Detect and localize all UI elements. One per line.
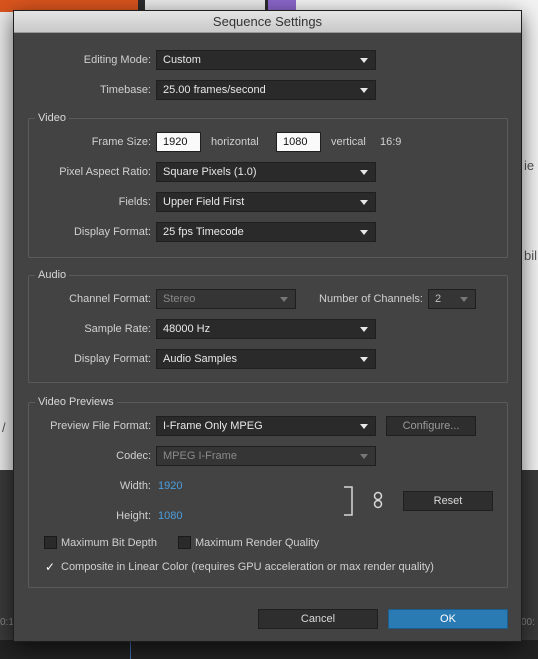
audio-display-format-value: Audio Samples — [163, 353, 237, 365]
composite-linear-label: Composite in Linear Color (requires GPU … — [61, 561, 434, 573]
chevron-down-icon — [280, 297, 288, 302]
reset-button[interactable]: Reset — [403, 491, 493, 511]
chevron-down-icon — [360, 357, 368, 362]
max-render-quality-checkbox[interactable] — [178, 536, 191, 549]
ok-button[interactable]: OK — [388, 609, 508, 629]
codec-select[interactable]: MPEG I-Frame — [156, 446, 376, 466]
num-channels-select[interactable]: 2 — [428, 289, 476, 309]
max-bit-depth-checkbox[interactable] — [44, 536, 57, 549]
chevron-down-icon — [360, 200, 368, 205]
composite-linear-checkbox[interactable]: ✓ — [45, 560, 55, 574]
pixel-aspect-label: Pixel Aspect Ratio: — [59, 166, 151, 178]
cancel-button[interactable]: Cancel — [258, 609, 378, 629]
vertical-label: vertical — [331, 136, 366, 148]
chevron-down-icon — [360, 424, 368, 429]
chevron-down-icon — [360, 327, 368, 332]
background-timeline-bar — [0, 640, 538, 659]
chevron-down-icon — [360, 88, 368, 93]
pixel-aspect-select[interactable]: Square Pixels (1.0) — [156, 162, 376, 182]
fields-value: Upper Field First — [163, 196, 245, 208]
chevron-down-icon — [360, 230, 368, 235]
editing-mode-label: Editing Mode: — [83, 54, 151, 66]
max-render-quality-label: Maximum Render Quality — [195, 537, 320, 549]
background-text: / — [2, 420, 6, 435]
video-display-format-value: 25 fps Timecode — [163, 226, 244, 238]
preview-width-value[interactable]: 1920 — [158, 476, 182, 496]
pixel-aspect-value: Square Pixels (1.0) — [163, 166, 257, 178]
audio-group-title: Audio — [35, 268, 70, 282]
width-label: Width: — [119, 480, 151, 492]
fields-select[interactable]: Upper Field First — [156, 192, 376, 212]
background-text: 0:1 — [0, 617, 14, 628]
preview-file-format-value: I-Frame Only MPEG — [163, 420, 263, 432]
video-previews-group-title: Video Previews — [35, 395, 117, 409]
video-group-title: Video — [35, 111, 69, 125]
audio-display-format-label: Display Format: — [73, 353, 151, 365]
frame-size-label: Frame Size: — [91, 136, 151, 148]
num-channels-value: 2 — [435, 293, 442, 305]
editing-mode-select[interactable]: Custom — [156, 50, 376, 70]
horizontal-label: horizontal — [211, 136, 259, 148]
chevron-down-icon — [360, 454, 368, 459]
configure-button[interactable]: Configure... — [386, 416, 476, 436]
channel-format-label: Channel Format: — [69, 293, 151, 305]
frame-height-input[interactable]: 1080 — [276, 132, 321, 152]
background-text: bil — [524, 248, 538, 263]
aspect-ratio-text: 16:9 — [380, 136, 402, 148]
timebase-value: 25.00 frames/second — [163, 84, 266, 96]
preview-file-format-label: Preview File Format: — [50, 420, 151, 432]
timebase-select[interactable]: 25.00 frames/second — [156, 80, 376, 100]
sequence-settings-dialog: Sequence Settings Editing Mode: Custom T… — [13, 10, 522, 642]
video-display-format-select[interactable]: 25 fps Timecode — [156, 222, 376, 242]
num-channels-label: Number of Channels: — [319, 293, 423, 305]
channel-format-select[interactable]: Stereo — [156, 289, 296, 309]
background-text: ie — [524, 158, 535, 173]
fields-label: Fields: — [118, 196, 151, 208]
height-label: Height: — [116, 510, 151, 522]
sample-rate-select[interactable]: 48000 Hz — [156, 319, 376, 339]
audio-display-format-select[interactable]: Audio Samples — [156, 349, 376, 369]
timebase-label: Timebase: — [100, 84, 151, 96]
channel-format-value: Stereo — [163, 293, 196, 305]
sample-rate-label: Sample Rate: — [84, 323, 151, 335]
chevron-down-icon — [360, 58, 368, 63]
editing-mode-value: Custom — [163, 54, 201, 66]
background-text: 00: — [521, 617, 535, 628]
background-pane — [0, 12, 14, 532]
preview-height-value[interactable]: 1080 — [158, 506, 182, 526]
chevron-down-icon — [360, 170, 368, 175]
sample-rate-value: 48000 Hz — [163, 323, 211, 335]
frame-width-input[interactable]: 1920 — [156, 132, 201, 152]
chevron-down-icon — [460, 297, 468, 302]
playhead-line — [130, 640, 131, 659]
preview-file-format-select[interactable]: I-Frame Only MPEG — [156, 416, 376, 436]
dialog-title: Sequence Settings — [14, 11, 521, 33]
chain-link-icon[interactable] — [372, 491, 384, 509]
codec-value: MPEG I-Frame — [163, 450, 237, 462]
video-display-format-label: Display Format: — [73, 226, 151, 238]
codec-label: Codec: — [116, 450, 151, 462]
max-bit-depth-label: Maximum Bit Depth — [61, 537, 157, 549]
